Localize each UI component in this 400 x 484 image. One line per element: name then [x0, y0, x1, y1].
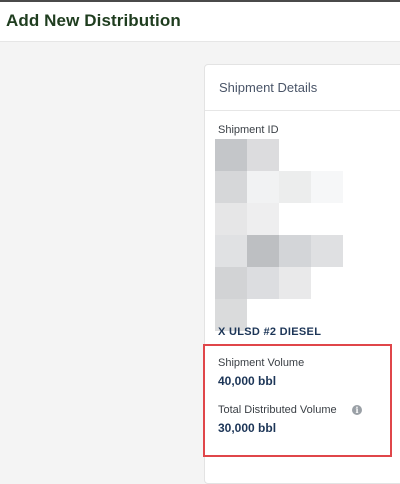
- product-name: X ULSD #2 DIESEL: [218, 326, 322, 338]
- page-title: Add New Distribution: [6, 11, 181, 30]
- card-header: Shipment Details: [205, 65, 400, 111]
- volume-highlight-box: [203, 344, 392, 457]
- shipment-id-label: Shipment ID: [218, 124, 279, 136]
- card-title: Shipment Details: [219, 80, 318, 95]
- redacted-shipment-id-image: [215, 139, 350, 334]
- page-header: Add New Distribution: [0, 0, 400, 42]
